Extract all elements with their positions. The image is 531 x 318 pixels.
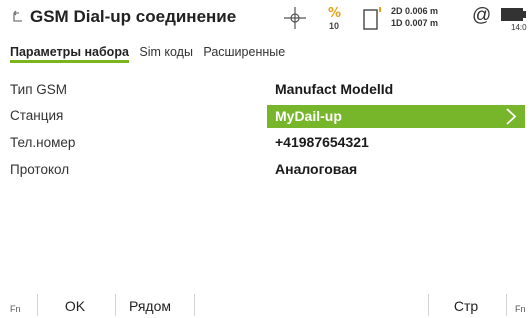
field-label: Станция bbox=[10, 108, 64, 123]
field-value[interactable]: Manufact ModelId bbox=[275, 81, 393, 97]
divider bbox=[428, 294, 429, 316]
precision-2d: 2D 0.006 m bbox=[391, 6, 439, 16]
ok-button[interactable]: OK bbox=[55, 298, 95, 314]
field-value[interactable]: +41987654321 bbox=[275, 134, 369, 150]
field-row-phone-number[interactable]: Тел.номер +41987654321 bbox=[0, 132, 531, 154]
satellite-count: 10 bbox=[329, 21, 340, 31]
header-bar: GSM Dial-up соединение % 10 2D 0.006 m 1… bbox=[0, 0, 531, 36]
back-icon[interactable] bbox=[10, 10, 24, 24]
function-key-bar: Fn OK Рядом Стр Fn bbox=[0, 290, 531, 318]
page-title: GSM Dial-up соединение bbox=[30, 7, 237, 26]
station-selector[interactable]: MyDail-up bbox=[267, 105, 525, 128]
field-value: MyDail-up bbox=[275, 108, 342, 124]
precision-1d: 1D 0.007 m bbox=[391, 18, 439, 28]
at-icon: @ bbox=[472, 5, 492, 26]
divider bbox=[194, 294, 195, 316]
tab-dial-parameters[interactable]: Параметры набора bbox=[10, 45, 129, 63]
tab-sim-codes[interactable]: Sim коды bbox=[139, 45, 193, 59]
tab-bar: Параметры набора Sim коды Расширенные bbox=[10, 43, 291, 63]
field-label: Тип GSM bbox=[10, 82, 68, 97]
chevron-right-icon[interactable] bbox=[505, 108, 517, 125]
crosshair-icon bbox=[284, 7, 306, 29]
fn-key-label-right[interactable]: Fn bbox=[515, 304, 526, 314]
divider bbox=[37, 294, 38, 316]
divider bbox=[506, 294, 507, 316]
clock-time: 14:0 bbox=[511, 23, 527, 32]
fn-key-label-left[interactable]: Fn bbox=[10, 304, 21, 314]
divider bbox=[115, 294, 116, 316]
page-button[interactable]: Стр bbox=[438, 298, 494, 314]
field-value[interactable]: Аналоговая bbox=[275, 161, 357, 177]
device-icon bbox=[363, 7, 381, 30]
nearby-button[interactable]: Рядом bbox=[120, 298, 180, 314]
svg-text:%: % bbox=[328, 6, 341, 21]
field-label: Протокол bbox=[10, 162, 70, 177]
field-row-station[interactable]: Станция MyDail-up bbox=[0, 105, 531, 128]
field-row-protocol[interactable]: Протокол Аналоговая bbox=[0, 159, 531, 181]
field-row-gsm-type[interactable]: Тип GSM Manufact ModelId bbox=[0, 79, 531, 101]
tab-advanced[interactable]: Расширенные bbox=[203, 45, 285, 59]
field-label: Тел.номер bbox=[10, 135, 76, 150]
